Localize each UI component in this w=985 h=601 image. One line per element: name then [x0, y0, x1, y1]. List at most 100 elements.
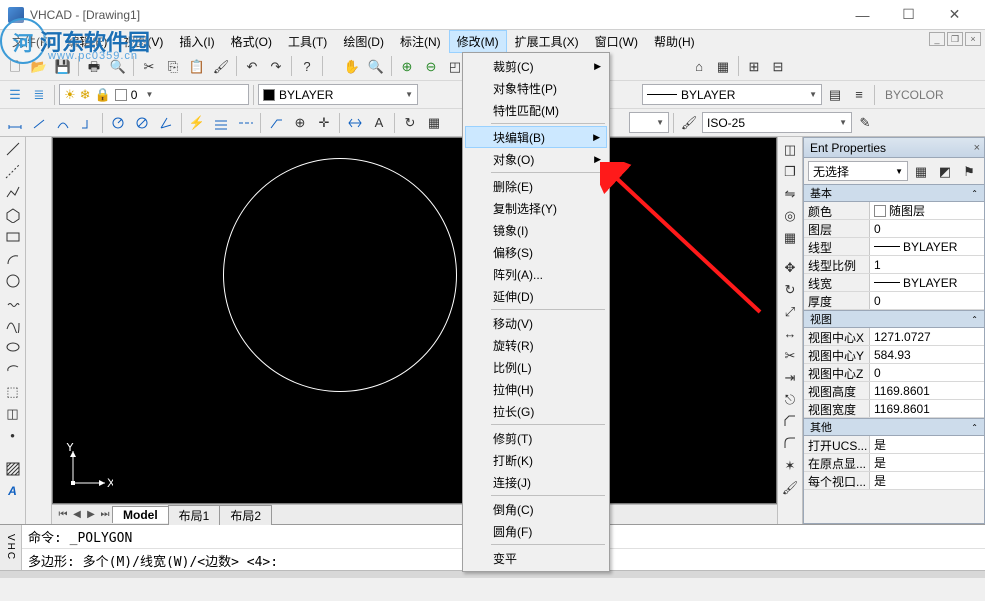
mdi-restore[interactable]: ❐ [947, 32, 963, 46]
prop-row[interactable]: 图层0 [804, 220, 984, 238]
tool-palette-icon[interactable]: ▦ [712, 55, 734, 77]
prop-row[interactable]: 在原点显...是 [804, 454, 984, 472]
menu-item[interactable]: 块编辑(B)▶ [465, 126, 607, 148]
insert-block-icon[interactable]: ⬚ [2, 381, 24, 401]
dim-quick-icon[interactable]: ⚡ [186, 112, 208, 134]
tab-last[interactable]: ⏭ [98, 509, 112, 520]
maximize-button[interactable]: ☐ [886, 1, 931, 29]
quick-select-icon[interactable]: ▦ [910, 160, 932, 182]
chamfer-icon[interactable] [779, 411, 801, 431]
menu-item[interactable]: 变平 [465, 547, 607, 569]
drawing-canvas[interactable]: Y X [52, 137, 777, 504]
dim-angular-icon[interactable] [155, 112, 177, 134]
close-button[interactable]: ✕ [932, 1, 977, 29]
make-block-icon[interactable]: ◫ [2, 403, 24, 423]
menu-绘图[interactable]: 绘图(D) [335, 30, 392, 53]
linetype-mgr-icon[interactable]: ▤ [824, 84, 846, 106]
prop-row[interactable]: 视图中心Z0 [804, 364, 984, 382]
hatch-icon[interactable] [2, 459, 24, 479]
properties-title[interactable]: Ent Properties × [804, 138, 984, 158]
extend-icon[interactable]: ⇥ [779, 367, 801, 387]
cut-icon[interactable]: ✂ [138, 55, 160, 77]
mirror-icon[interactable]: ⇋ [779, 183, 801, 203]
window-tile-h-icon[interactable]: ⊞ [743, 55, 765, 77]
dim-layer-combo[interactable]: ▼ [629, 112, 669, 133]
matchprop-icon[interactable]: 🖌 [210, 55, 232, 77]
prop-section-header[interactable]: 其他⌃ [804, 418, 984, 436]
minimize-button[interactable]: — [840, 1, 885, 29]
prop-row[interactable]: 线型BYLAYER [804, 238, 984, 256]
leader-icon[interactable] [265, 112, 287, 134]
prop-row[interactable]: 每个视口...是 [804, 472, 984, 490]
menu-工具[interactable]: 工具(T) [280, 30, 335, 53]
scale-icon[interactable]: ⤢ [779, 301, 801, 321]
undo-icon[interactable]: ↶ [241, 55, 263, 77]
prop-row[interactable]: 视图中心X1271.0727 [804, 328, 984, 346]
design-center-icon[interactable]: ⌂ [688, 55, 710, 77]
dim-continue-icon[interactable] [234, 112, 256, 134]
properties-close-icon[interactable]: × [974, 142, 980, 154]
stretch-icon[interactable]: ↔ [779, 323, 801, 343]
paint-icon[interactable]: 🖌 [779, 477, 801, 497]
menu-item[interactable]: 打断(K) [465, 449, 607, 471]
menu-item[interactable]: 拉伸(H) [465, 378, 607, 400]
dim-baseline-icon[interactable] [210, 112, 232, 134]
array-icon[interactable]: ▦ [779, 227, 801, 247]
copy-icon[interactable]: ⎘ [162, 55, 184, 77]
menu-修改[interactable]: 修改(M) [449, 30, 507, 53]
menu-item[interactable]: 倒角(C) [465, 498, 607, 520]
tab-next[interactable]: ▶ [84, 509, 98, 520]
dim-diameter-icon[interactable] [131, 112, 153, 134]
zoom-in-icon[interactable]: ⊕ [396, 55, 418, 77]
menu-item[interactable]: 偏移(S) [465, 241, 607, 263]
prop-row[interactable]: 打开UCS...是 [804, 436, 984, 454]
menu-item[interactable]: 特性匹配(M) [465, 99, 607, 121]
menu-item[interactable]: 对象(O)▶ [465, 148, 607, 170]
line-icon[interactable] [2, 139, 24, 159]
menu-item[interactable]: 对象特性(P) [465, 77, 607, 99]
menu-item[interactable]: 镜象(I) [465, 219, 607, 241]
polygon-icon[interactable] [2, 205, 24, 225]
dimstyle-brush-icon[interactable]: 🖌 [678, 112, 700, 134]
rotate-icon[interactable]: ↻ [779, 279, 801, 299]
move-icon[interactable]: ✥ [779, 257, 801, 277]
dimstyle-update-icon[interactable]: ↻ [399, 112, 421, 134]
prop-row[interactable]: 颜色随图层 [804, 202, 984, 220]
menu-窗口[interactable]: 窗口(W) [587, 30, 646, 53]
centermark-icon[interactable]: ✛ [313, 112, 335, 134]
toggle-pickfirst-icon[interactable]: ⚑ [958, 160, 980, 182]
dim-ordinate-icon[interactable] [76, 112, 98, 134]
prop-section-header[interactable]: 视图⌃ [804, 310, 984, 328]
text-icon[interactable]: A [2, 481, 24, 501]
menu-item[interactable]: 删除(E) [465, 175, 607, 197]
copy-obj-icon[interactable]: ❐ [779, 161, 801, 181]
selection-combo[interactable]: 无选择▼ [808, 161, 908, 181]
zoom-out-icon[interactable]: ⊖ [420, 55, 442, 77]
select-objects-icon[interactable]: ◩ [934, 160, 956, 182]
break-icon[interactable]: ⎋ [779, 389, 801, 409]
menu-item[interactable]: 连接(J) [465, 471, 607, 493]
erase-icon[interactable]: ◫ [779, 139, 801, 159]
zoom-realtime-icon[interactable]: 🔍 [365, 55, 387, 77]
ellipse-arc-icon[interactable] [2, 359, 24, 379]
dim-linear-icon[interactable] [4, 112, 26, 134]
menu-扩展工具[interactable]: 扩展工具(X) [507, 30, 587, 53]
save-icon[interactable]: 💾 [52, 55, 74, 77]
mdi-close[interactable]: × [965, 32, 981, 46]
menu-item[interactable]: 复制选择(Y) [465, 197, 607, 219]
menu-item[interactable]: 修剪(T) [465, 427, 607, 449]
trim-icon[interactable]: ✂ [779, 345, 801, 365]
open-icon[interactable]: 📂 [28, 55, 50, 77]
prop-row[interactable]: 视图中心Y584.93 [804, 346, 984, 364]
menu-item[interactable]: 比例(L) [465, 356, 607, 378]
layout-tab[interactable]: Model [112, 506, 169, 523]
prop-section-header[interactable]: 基本⌃ [804, 184, 984, 202]
layout-tab[interactable]: 布局1 [168, 505, 221, 525]
menu-item[interactable]: 圆角(F) [465, 520, 607, 542]
dimstyle-combo[interactable]: ISO-25 ▼ [702, 112, 852, 133]
menu-item[interactable]: 旋转(R) [465, 334, 607, 356]
dim-aligned-icon[interactable] [28, 112, 50, 134]
rectangle-icon[interactable] [2, 227, 24, 247]
dimstyle-mgr-icon[interactable]: ✎ [854, 112, 876, 134]
menu-item[interactable]: 延伸(D) [465, 285, 607, 307]
